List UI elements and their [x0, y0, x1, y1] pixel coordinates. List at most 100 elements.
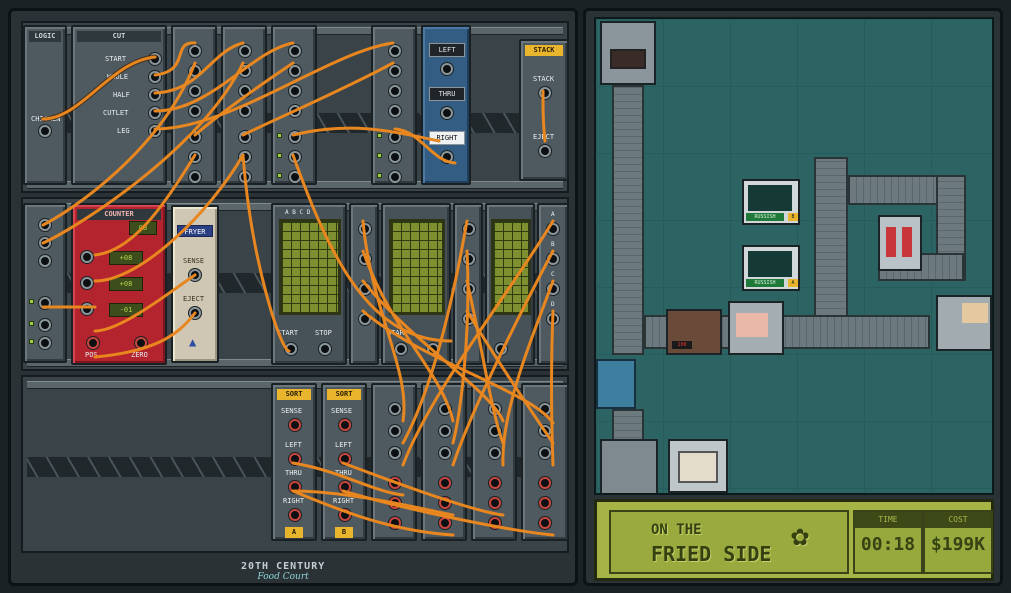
- output-chute[interactable]: [600, 439, 658, 493]
- packaging-machine[interactable]: [936, 295, 992, 351]
- cutting-station[interactable]: [728, 301, 784, 355]
- module-jack[interactable]: [289, 45, 301, 57]
- module-jack[interactable]: [189, 131, 201, 143]
- module-jack[interactable]: [439, 477, 451, 489]
- module-jack[interactable]: [39, 319, 51, 331]
- module-jack[interactable]: [489, 497, 501, 509]
- module-jack[interactable]: [389, 517, 401, 529]
- grid-port-module-3[interactable]: A B C D: [537, 203, 569, 365]
- module-jack[interactable]: [289, 105, 301, 117]
- module-jack[interactable]: [489, 425, 501, 437]
- conveyor-vertical[interactable]: [612, 85, 644, 355]
- sorter-left-jack[interactable]: [441, 63, 453, 75]
- sorting-press[interactable]: [878, 215, 922, 271]
- module-jack[interactable]: [539, 403, 551, 415]
- fryer-module[interactable]: FRYER SENSE EJECT ▲: [171, 205, 219, 363]
- sort-b-thru-jack[interactable]: [339, 481, 351, 493]
- sort-b-left-jack[interactable]: [339, 453, 351, 465]
- sort-module-a[interactable]: SORT SENSE LEFT THRU RIGHT A: [271, 383, 317, 541]
- module-jack[interactable]: [389, 85, 401, 97]
- counter-in-jack-3[interactable]: [81, 303, 93, 315]
- module-jack[interactable]: [389, 477, 401, 489]
- chicken-source-module[interactable]: LOGIC CHICKEN: [23, 25, 67, 185]
- grid-stop-jack[interactable]: [427, 343, 439, 355]
- logic-module-5[interactable]: [23, 203, 67, 363]
- module-jack[interactable]: [289, 151, 301, 163]
- module-jack[interactable]: [189, 65, 201, 77]
- module-jack[interactable]: [289, 131, 301, 143]
- module-jack[interactable]: [389, 105, 401, 117]
- port-jack-b[interactable]: [463, 253, 475, 265]
- module-jack[interactable]: [439, 403, 451, 415]
- module-jack[interactable]: [189, 105, 201, 117]
- cutter-half-jack[interactable]: [149, 89, 161, 101]
- module-jack[interactable]: [39, 255, 51, 267]
- port-jack-a[interactable]: [359, 223, 371, 235]
- port-jack-d[interactable]: [463, 313, 475, 325]
- sorter-right-button[interactable]: RIGHT: [429, 131, 465, 145]
- grid-screen[interactable]: [389, 219, 445, 315]
- module-jack[interactable]: [39, 297, 51, 309]
- module-jack[interactable]: [239, 65, 251, 77]
- chicken-output-jack[interactable]: [39, 125, 51, 137]
- grid-module-1[interactable]: A B C D START STOP: [271, 203, 347, 365]
- fryer-machine[interactable]: 100: [666, 309, 722, 355]
- logic-module-9[interactable]: [521, 383, 569, 541]
- module-jack[interactable]: [439, 447, 451, 459]
- grid-start-jack[interactable]: [285, 343, 297, 355]
- grid-port-module-2[interactable]: [453, 203, 483, 365]
- module-jack[interactable]: [389, 65, 401, 77]
- sort-a-sense-jack[interactable]: [289, 419, 301, 431]
- module-jack[interactable]: [239, 151, 251, 163]
- counter-pos-jack[interactable]: [87, 337, 99, 349]
- module-jack[interactable]: [539, 497, 551, 509]
- module-jack[interactable]: [389, 425, 401, 437]
- robot-arm[interactable]: [596, 359, 636, 409]
- grid-start-jack[interactable]: [395, 343, 407, 355]
- module-jack[interactable]: [389, 447, 401, 459]
- port-jack-c[interactable]: [547, 283, 559, 295]
- counter-value-2[interactable]: +08: [109, 277, 143, 291]
- module-jack[interactable]: [189, 171, 201, 183]
- grid-module-3[interactable]: [485, 203, 535, 365]
- stack-eject-jack[interactable]: [539, 145, 551, 157]
- module-jack[interactable]: [389, 131, 401, 143]
- module-jack[interactable]: [389, 497, 401, 509]
- module-jack[interactable]: [389, 151, 401, 163]
- fryer-sense-jack[interactable]: [189, 269, 201, 281]
- logic-module-4[interactable]: [371, 25, 417, 185]
- stack-input-jack[interactable]: [539, 87, 551, 99]
- chicken-dispenser[interactable]: [600, 21, 656, 85]
- port-jack-c[interactable]: [359, 283, 371, 295]
- port-jack-c[interactable]: [463, 283, 475, 295]
- grid-screen[interactable]: [279, 219, 341, 315]
- sorter-thru-button[interactable]: THRU: [429, 87, 465, 101]
- port-jack-d[interactable]: [359, 313, 371, 325]
- port-jack-b[interactable]: [359, 253, 371, 265]
- conveyor-branch[interactable]: [814, 157, 848, 317]
- counter-in-jack-1[interactable]: [81, 251, 93, 263]
- module-jack[interactable]: [239, 105, 251, 117]
- module-jack[interactable]: [539, 425, 551, 437]
- fryer-eject-jack[interactable]: [189, 307, 201, 319]
- counter-value-1[interactable]: +08: [109, 251, 143, 265]
- module-jack[interactable]: [239, 131, 251, 143]
- logic-module-6[interactable]: [371, 383, 417, 541]
- module-jack[interactable]: [439, 497, 451, 509]
- module-jack[interactable]: [189, 45, 201, 57]
- module-jack[interactable]: [239, 171, 251, 183]
- module-jack[interactable]: [489, 403, 501, 415]
- port-jack-a[interactable]: [547, 223, 559, 235]
- grid-screen[interactable]: [491, 219, 531, 315]
- sort-a-right-jack[interactable]: [289, 509, 301, 521]
- counter-in-jack-2[interactable]: [81, 277, 93, 289]
- module-jack[interactable]: [289, 65, 301, 77]
- grid-start-jack[interactable]: [495, 343, 507, 355]
- module-jack[interactable]: [189, 151, 201, 163]
- module-jack[interactable]: [439, 517, 451, 529]
- module-jack[interactable]: [239, 45, 251, 57]
- port-jack-a[interactable]: [463, 223, 475, 235]
- cutter-whole-jack[interactable]: [149, 71, 161, 83]
- counter-value-3[interactable]: -01: [109, 303, 143, 317]
- module-jack[interactable]: [189, 85, 201, 97]
